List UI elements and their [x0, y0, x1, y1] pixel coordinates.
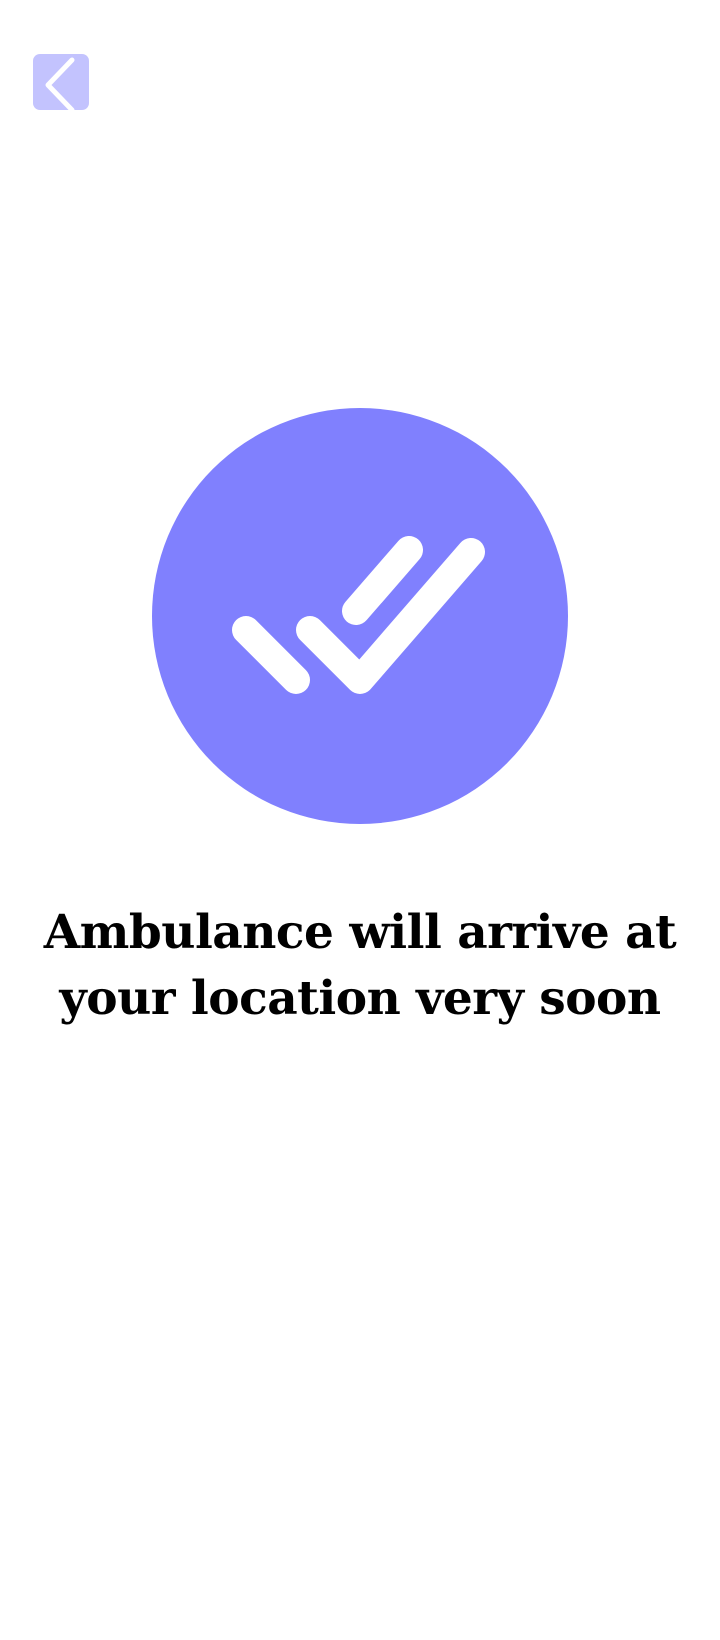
- success-badge: [152, 408, 568, 824]
- confirmation-message: Ambulance will arrive at your location v…: [43, 905, 677, 1026]
- double-check-icon: [232, 536, 485, 694]
- back-button[interactable]: [33, 54, 89, 110]
- chevron-left-icon: [45, 57, 75, 110]
